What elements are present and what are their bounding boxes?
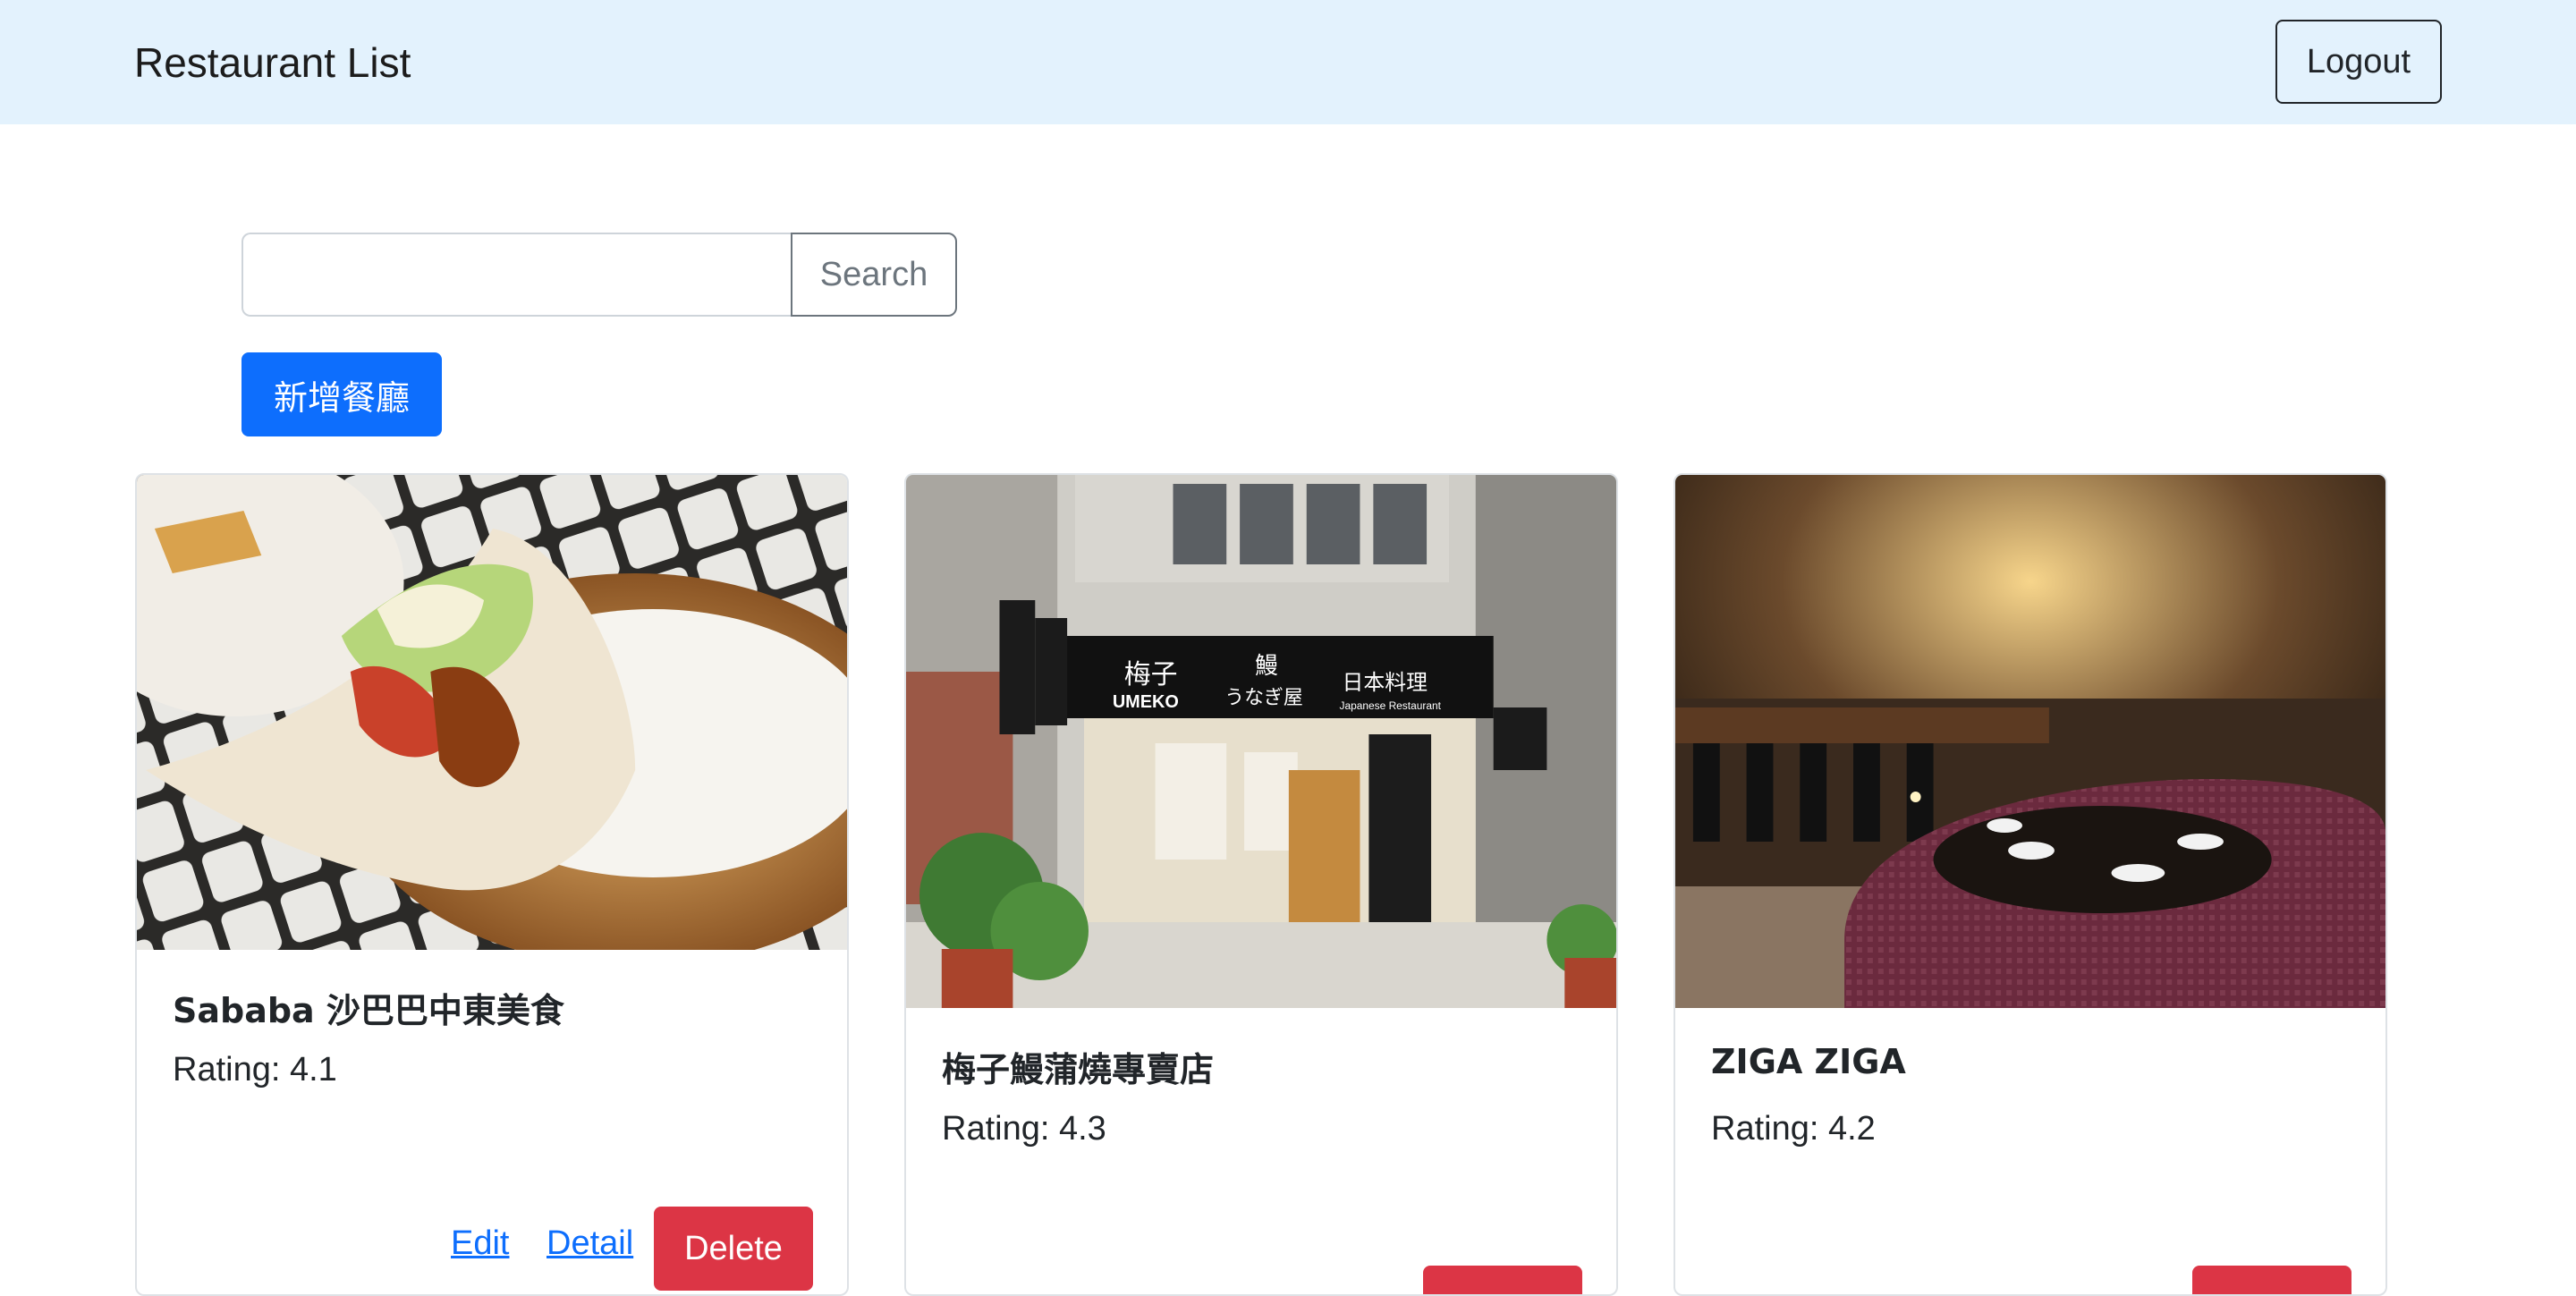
restaurant-image-umeko[interactable]: 梅子 UMEKO 鰻 うなぎ屋 日本料理 Japanese Restaurant bbox=[906, 475, 1616, 1008]
restaurant-card-ziga-ziga: ZIGA ZIGA Rating: 4.2 bbox=[1674, 473, 2387, 1296]
restaurant-rating: Rating: 4.2 bbox=[1711, 1110, 1876, 1148]
navbar-brand[interactable]: Restaurant List bbox=[134, 34, 411, 91]
search-input[interactable] bbox=[242, 233, 792, 317]
restaurant-image-sababa[interactable] bbox=[137, 475, 847, 950]
restaurant-name: Sababa 沙巴巴中東美食 bbox=[173, 991, 564, 1030]
delete-button[interactable] bbox=[1423, 1266, 1582, 1294]
restaurant-name: ZIGA ZIGA bbox=[1711, 1042, 1906, 1081]
restaurant-rating: Rating: 4.1 bbox=[173, 1051, 337, 1088]
sign-romaji: UMEKO bbox=[1113, 692, 1179, 712]
delete-button[interactable]: Delete bbox=[654, 1207, 813, 1291]
restaurant-image-ziga-ziga[interactable] bbox=[1675, 475, 2385, 1008]
detail-link[interactable]: Detail bbox=[547, 1224, 633, 1263]
navbar: Restaurant List Logout bbox=[0, 0, 2576, 124]
sign-unagi: 鰻 bbox=[1255, 653, 1278, 680]
add-restaurant-button[interactable]: 新增餐廳 bbox=[242, 352, 442, 436]
sign-cuisine: 日本料理 bbox=[1343, 670, 1428, 695]
edit-link[interactable]: Edit bbox=[451, 1224, 509, 1263]
restaurant-name: 梅子鰻蒲燒專賣店 bbox=[942, 1050, 1215, 1089]
restaurant-card-umeko: 梅子 UMEKO 鰻 うなぎ屋 日本料理 Japanese Restaurant… bbox=[904, 473, 1618, 1296]
restaurant-card-sababa: Sababa 沙巴巴中東美食 Rating: 4.1 Edit Detail D… bbox=[135, 473, 849, 1296]
sign-cuisine-en: Japanese Restaurant bbox=[1340, 699, 1442, 712]
logout-button[interactable]: Logout bbox=[2275, 20, 2442, 104]
sign-unagiya: うなぎ屋 bbox=[1224, 687, 1303, 709]
restaurant-rating: Rating: 4.3 bbox=[942, 1110, 1106, 1148]
delete-button[interactable] bbox=[2192, 1266, 2351, 1294]
sign-name: 梅子 bbox=[1124, 659, 1178, 690]
search-button[interactable]: Search bbox=[791, 233, 957, 317]
